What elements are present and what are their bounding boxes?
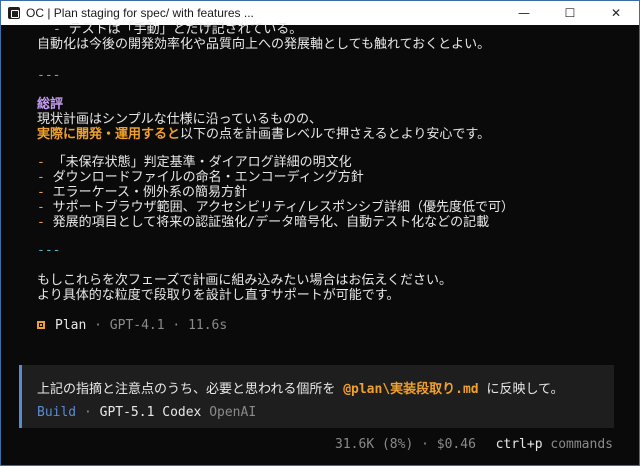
- list-item: - 発展的項目として将来の認証強化/データ暗号化、自動テスト化などの記載: [37, 215, 490, 230]
- meta-model: GPT-4.1: [109, 318, 165, 333]
- agent-selector[interactable]: Build · GPT-5.1 Codex OpenAI: [37, 405, 256, 420]
- window-title: OC | Plan staging for spec/ with feature…: [26, 6, 254, 20]
- separator: ---: [37, 68, 61, 83]
- maximize-button[interactable]: ☐: [547, 1, 593, 25]
- summary-line: 実際に開発・運用すると以下の点を計画書レベルで押さえるとより安心です。: [37, 127, 491, 142]
- transcript-line: 自動化は今後の開発効率化や品質向上への発展軸としても触れておくとよい。: [37, 37, 491, 52]
- session-cost: $0.46: [436, 437, 476, 452]
- section-heading: 総評: [37, 97, 64, 112]
- closing-line: より具体的な粒度で段取りを設計し直すサポートが可能です。: [37, 288, 400, 303]
- meta-agent: Plan: [55, 318, 87, 333]
- list-item: - 「未保存状態」判定基準・ダイアログ詳細の明文化: [37, 155, 352, 170]
- terminal-window: OC | Plan staging for spec/ with feature…: [0, 0, 640, 466]
- model-name[interactable]: GPT-5.1 Codex: [100, 405, 202, 420]
- file-mention[interactable]: @plan\実装段取り.md: [343, 382, 478, 397]
- meta-duration: 11.6s: [188, 318, 228, 333]
- summary-line: 現状計画はシンプルな仕様に沿っているものの、: [37, 112, 322, 127]
- prompt-input-box[interactable]: 上記の指摘と注意点のうち、必要と思われる個所を @plan\実装段取り.md に…: [19, 365, 614, 428]
- highlight-text: 実際に開発・運用すると: [37, 127, 181, 142]
- commands-shortcut[interactable]: ctrl+p: [496, 437, 543, 452]
- prompt-input-text[interactable]: 上記の指摘と注意点のうち、必要と思われる個所を @plan\実装段取り.md に…: [37, 378, 564, 397]
- separator: ---: [37, 243, 61, 258]
- list-item: - エラーケース・例外系の簡易方針: [37, 185, 248, 200]
- close-button[interactable]: ✕: [593, 1, 639, 25]
- transcript-line: - テストは「手動」とだけ記されている。: [53, 22, 303, 37]
- terminal-app-icon: [8, 7, 20, 19]
- list-item: - ダウンロードファイルの命名・エンコーディング方針: [37, 170, 364, 185]
- status-bar: 31.6K (8%) · $0.46 ctrl+p commands: [335, 437, 613, 452]
- plan-square-icon: [37, 321, 45, 329]
- agent-name[interactable]: Build: [37, 405, 76, 420]
- provider-name: OpenAI: [209, 405, 257, 420]
- list-item: - サポートブラウザ範囲、アクセシビリティ/レスポンシブ詳細（優先度低で可）: [37, 200, 515, 215]
- terminal-content[interactable]: - テストは「手動」とだけ記されている。 自動化は今後の開発効率化や品質向上への…: [1, 22, 639, 465]
- message-meta: Plan · GPT-4.1 · 11.6s: [37, 318, 227, 334]
- commands-label[interactable]: commands: [550, 437, 613, 452]
- token-usage: 31.6K (8%): [335, 437, 414, 452]
- minimize-button[interactable]: —: [501, 1, 547, 25]
- closing-line: もしこれらを次フェーズで計画に組み込みたい場合はお伝えください。: [37, 273, 452, 288]
